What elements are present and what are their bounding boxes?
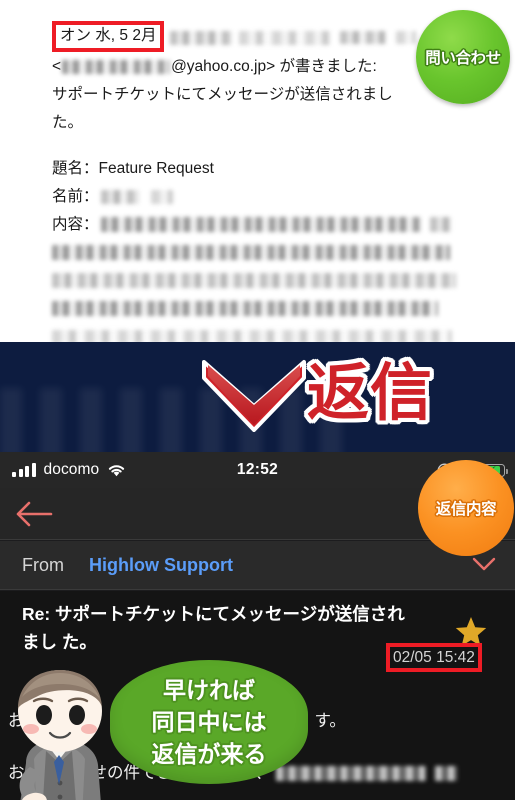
chevron-down-arrow-icon <box>202 360 306 432</box>
back-arrow-icon[interactable] <box>15 499 53 529</box>
redacted-content-2 <box>52 245 450 261</box>
phone-mail-app: docomo 12:52 ⚡ From <box>0 452 515 800</box>
email-date-text: オン 水, 5 2月 <box>60 27 157 44</box>
chevron-down-icon[interactable] <box>471 555 497 573</box>
notice-line-2: た。 <box>52 114 84 131</box>
reply-content-badge-label: 返信内容 <box>435 501 497 518</box>
angle-bracket-open: < <box>52 58 62 75</box>
redacted-content-row-4 <box>52 295 507 323</box>
field-subject-value: Feature Request <box>98 160 214 177</box>
subject-text: Re: サポートチケットにてメッセージが送信されまし た。 <box>22 600 412 656</box>
redacted-content-1b <box>429 217 452 233</box>
redacted-content-5 <box>52 329 452 342</box>
redacted-body-text-1 <box>275 766 426 782</box>
date-highlight-box: オン 水, 5 2月 <box>52 21 165 52</box>
field-name: 名前： <box>52 183 507 211</box>
timestamp-highlight-box: 02/05 15:42 <box>386 643 482 672</box>
redacted-name-1 <box>100 189 139 204</box>
message-timestamp: 02/05 15:42 <box>393 649 475 666</box>
top-email-panel: オン 水, 5 2月 < @yahoo.co.jp> が書きました: サポートチケ… <box>0 0 515 342</box>
redacted-sender-name-4 <box>396 31 417 44</box>
email-domain-text: @yahoo.co.jp> <box>171 58 276 75</box>
redacted-email-local-part <box>62 59 171 74</box>
field-subject-label: 題名： <box>52 160 99 177</box>
from-label: From <box>22 554 64 575</box>
field-subject: 題名：Feature Request <box>52 155 507 183</box>
redacted-content-row-5 <box>52 323 507 342</box>
speech-bubble-line-2: 同日中には <box>151 709 267 735</box>
redacted-sender-name-3 <box>340 31 387 44</box>
speech-bubble-line-1: 早ければ <box>163 677 255 703</box>
redacted-content-row-2 <box>52 239 507 267</box>
body-line-1-suffix: す。 <box>314 712 346 730</box>
redacted-name-2 <box>150 189 173 204</box>
from-sender-link[interactable]: Highlow Support <box>89 555 233 576</box>
field-content-label: 内容： <box>52 216 99 233</box>
redacted-content-4 <box>52 301 438 317</box>
navy-divider-banner: 返信 <box>0 342 515 452</box>
field-content: 内容： <box>52 211 507 239</box>
redacted-body-text-2 <box>434 766 457 782</box>
reply-banner-label: 返信 <box>307 359 434 428</box>
redacted-sender-name-1 <box>170 30 233 45</box>
from-row[interactable]: From Highlow Support <box>0 541 515 590</box>
speech-bubble: 早ければ 同日中には 返信が来る <box>110 660 308 784</box>
redacted-sender-name-2 <box>239 30 332 45</box>
inquiry-badge[interactable]: 問い合わせ <box>416 10 510 104</box>
wrote-suffix-text: が書きました: <box>279 58 377 75</box>
redacted-content-3 <box>52 273 456 289</box>
field-name-label: 名前： <box>52 188 99 205</box>
redacted-content-1 <box>100 217 421 233</box>
inquiry-badge-label: 問い合わせ <box>425 50 501 67</box>
redacted-content-row-3 <box>52 267 507 295</box>
subject-line-2: た。 <box>61 632 97 652</box>
speech-bubble-line-3: 返信が来る <box>151 741 267 767</box>
reply-content-badge[interactable]: 返信内容 <box>418 460 514 556</box>
